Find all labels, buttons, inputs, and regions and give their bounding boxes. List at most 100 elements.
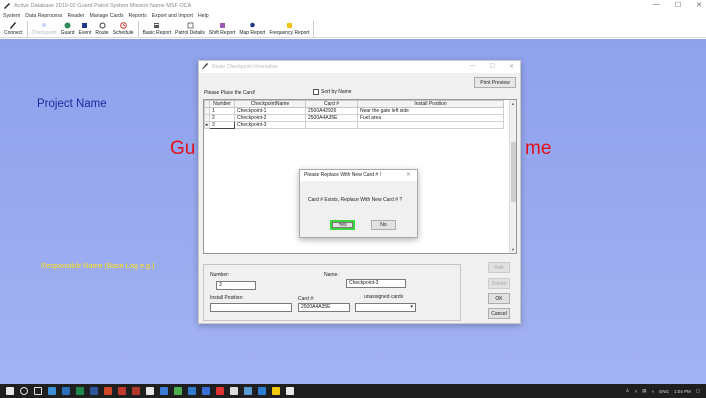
menu-reader[interactable]: Reader bbox=[68, 13, 85, 19]
chevron-up-icon[interactable]: ˄ bbox=[635, 389, 638, 394]
schedule-icon bbox=[119, 21, 127, 29]
powerpoint-icon[interactable] bbox=[104, 387, 112, 395]
menu-data-reprocess[interactable]: Data Reprocess bbox=[25, 13, 62, 19]
modal-close-button[interactable]: ✕ bbox=[406, 170, 411, 181]
notifications-icon[interactable]: ▢ bbox=[696, 388, 700, 394]
replace-card-modal: Please Replace With New Card # ! ✕ Card … bbox=[299, 169, 418, 238]
cell-install-position[interactable] bbox=[357, 121, 504, 129]
taskbar-app-icon[interactable] bbox=[62, 387, 70, 395]
scrollbar-thumb[interactable] bbox=[511, 142, 516, 202]
menu-system[interactable]: System bbox=[3, 13, 20, 19]
checkpoint-button[interactable]: Checkpoint bbox=[30, 20, 59, 37]
people-icon[interactable]: ♙ bbox=[626, 388, 630, 394]
yes-button[interactable]: Yes bbox=[330, 220, 355, 230]
search-icon[interactable] bbox=[20, 387, 28, 395]
dialog-maximize-button[interactable]: ☐ bbox=[490, 63, 495, 70]
print-preview-button[interactable]: Print Preview bbox=[474, 77, 516, 88]
dialog-close-button[interactable]: ✕ bbox=[509, 63, 514, 70]
route-button[interactable]: Route bbox=[93, 20, 110, 37]
map-report-button[interactable]: Map Report bbox=[237, 20, 267, 37]
schedule-label: Schedule bbox=[112, 30, 134, 36]
no-button[interactable]: No bbox=[371, 220, 396, 230]
excel-icon[interactable] bbox=[76, 387, 84, 395]
close-button[interactable]: ✕ bbox=[696, 1, 702, 9]
language-indicator[interactable]: ENG bbox=[659, 389, 669, 394]
table-row[interactable]: 2 Checkpoint-2 2500A4A35E Fuel area bbox=[204, 114, 504, 122]
cell-checkpoint-name[interactable]: Checkpoint-3 bbox=[234, 121, 306, 129]
connect-button[interactable]: Connect bbox=[2, 20, 25, 37]
name-label: Name: bbox=[324, 272, 339, 278]
column-header-card[interactable]: Card # bbox=[305, 100, 358, 108]
taskbar-app-icon[interactable] bbox=[174, 387, 182, 395]
edge-icon[interactable] bbox=[258, 387, 266, 395]
maximize-button[interactable]: ☐ bbox=[675, 1, 681, 9]
menu-reports[interactable]: Reports bbox=[129, 13, 147, 19]
unassigned-cards-select[interactable]: ▾ bbox=[355, 303, 416, 312]
table-row[interactable]: ◂ 3 Checkpoint-3 bbox=[204, 121, 504, 129]
cell-checkpoint-name[interactable]: Checkpoint-2 bbox=[234, 114, 306, 122]
word-icon[interactable] bbox=[90, 387, 98, 395]
cell-card[interactable] bbox=[305, 121, 358, 129]
cell-card[interactable]: 2500A42926 bbox=[305, 107, 358, 115]
schedule-button[interactable]: Schedule bbox=[111, 20, 136, 37]
install-position-field[interactable] bbox=[210, 303, 292, 312]
scroll-down-arrow-icon[interactable]: ▼ bbox=[511, 247, 515, 252]
patrol-details-button[interactable]: Patrol Details bbox=[173, 20, 207, 37]
add-button[interactable]: Add bbox=[488, 262, 510, 273]
scroll-up-arrow-icon[interactable]: ▲ bbox=[511, 101, 515, 106]
sort-by-name-checkbox[interactable] bbox=[313, 89, 319, 95]
start-windows-icon[interactable] bbox=[6, 387, 14, 395]
shift-report-button[interactable]: Shift Report bbox=[207, 20, 237, 37]
taskbar-app-icon[interactable] bbox=[216, 387, 224, 395]
taskbar-app-icon[interactable] bbox=[188, 387, 196, 395]
minimize-button[interactable]: — bbox=[653, 1, 660, 9]
frequency-report-button[interactable]: Frequency Report bbox=[267, 20, 311, 37]
sort-by-name-option[interactable]: Sort by Name bbox=[313, 89, 352, 95]
dialog-title: Route Checkpoint Information bbox=[212, 64, 279, 70]
cell-checkpoint-name[interactable]: Checkpoint-1 bbox=[234, 107, 306, 115]
taskbar-app-icon[interactable] bbox=[160, 387, 168, 395]
taskbar-app-icon[interactable] bbox=[118, 387, 126, 395]
dialog-minimize-button[interactable]: — bbox=[470, 63, 476, 70]
taskbar: ♙ ˄ ▤ ◖ ENG 1:04 PM ▢ bbox=[0, 384, 706, 398]
menu-help[interactable]: Help bbox=[198, 13, 209, 19]
taskbar-app-icon[interactable] bbox=[132, 387, 140, 395]
grid-scrollbar[interactable]: ▲ ▼ bbox=[509, 100, 516, 253]
taskbar-app-icon[interactable] bbox=[202, 387, 210, 395]
cancel-button[interactable]: Cancel bbox=[488, 308, 510, 319]
menu-export-import[interactable]: Export and Import bbox=[152, 13, 193, 19]
checkpoint-label: Checkpoint bbox=[31, 30, 57, 36]
taskbar-app-icon[interactable] bbox=[230, 387, 238, 395]
name-field[interactable]: Checkpoint-3 bbox=[346, 279, 406, 288]
taskbar-app-icon[interactable] bbox=[146, 387, 154, 395]
column-header-number[interactable]: Number bbox=[209, 100, 235, 108]
cell-number[interactable]: 1 bbox=[209, 107, 235, 115]
network-icon[interactable]: ▤ bbox=[642, 388, 646, 394]
file-explorer-icon[interactable] bbox=[48, 387, 56, 395]
table-row[interactable]: 1 Checkpoint-1 2500A42926 Near the gate … bbox=[204, 107, 504, 115]
event-button[interactable]: Event bbox=[77, 20, 94, 37]
delete-button[interactable]: Delete bbox=[488, 278, 510, 289]
ok-button[interactable]: OK bbox=[488, 293, 510, 304]
basic-report-button[interactable]: Basic Report bbox=[141, 20, 174, 37]
cell-card[interactable]: 2500A4A35E bbox=[305, 114, 358, 122]
cell-number[interactable]: 2 bbox=[209, 114, 235, 122]
task-view-icon[interactable] bbox=[34, 387, 42, 395]
cell-install-position[interactable]: Near the gate left side bbox=[357, 107, 504, 115]
taskbar-app-icon[interactable] bbox=[272, 387, 280, 395]
cell-number[interactable]: 3 bbox=[209, 121, 235, 129]
card-field[interactable]: 2500A4A35E bbox=[298, 303, 350, 312]
guard-patrol-app-icon[interactable] bbox=[286, 387, 294, 395]
shift-report-label: Shift Report bbox=[208, 30, 236, 36]
number-field[interactable]: 3 bbox=[216, 281, 256, 290]
event-icon bbox=[81, 21, 88, 29]
cell-install-position[interactable]: Fuel area bbox=[357, 114, 504, 122]
taskbar-app-icon[interactable] bbox=[244, 387, 252, 395]
toolbar: Connect Checkpoint Guard Event Route Sch… bbox=[0, 20, 706, 38]
volume-icon[interactable]: ◖ bbox=[651, 389, 654, 394]
column-header-install-position[interactable]: Install Position bbox=[357, 100, 504, 108]
clock[interactable]: 1:04 PM bbox=[674, 389, 691, 394]
menu-manage-cards[interactable]: Manage Cards bbox=[90, 13, 124, 19]
guard-button[interactable]: Guard bbox=[59, 20, 77, 37]
column-header-checkpoint-name[interactable]: CheckpointName bbox=[234, 100, 306, 108]
